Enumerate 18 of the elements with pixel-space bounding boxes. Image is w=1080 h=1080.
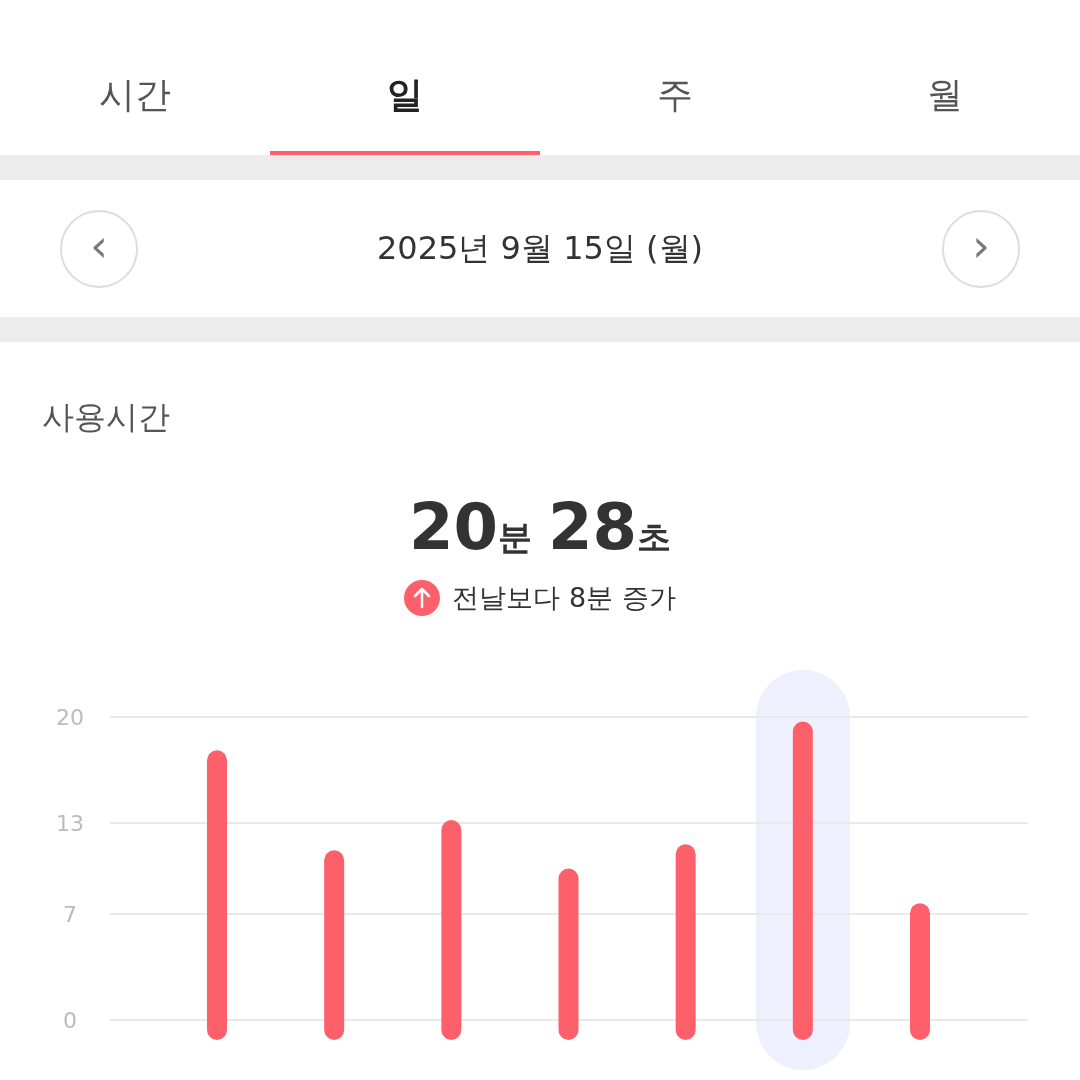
comparison-text: 전날보다 8분 증가 bbox=[452, 581, 676, 615]
usage-bar[interactable] bbox=[324, 850, 345, 1040]
usage-title: 사용시간 bbox=[41, 397, 171, 438]
y-axis-label: 13 bbox=[56, 811, 84, 837]
usage-bar[interactable] bbox=[558, 868, 579, 1040]
y-axis-label: 20 bbox=[56, 705, 84, 730]
y-axis-label: 7 bbox=[63, 901, 77, 927]
period-tab[interactable]: 월 bbox=[810, 0, 1080, 155]
usage-bar[interactable] bbox=[675, 844, 696, 1040]
y-axis-label: 0 bbox=[63, 1008, 77, 1033]
previous-day-button[interactable]: ‹ bbox=[60, 209, 138, 288]
period-tab[interactable]: 주 bbox=[540, 0, 810, 155]
next-day-button[interactable]: › bbox=[942, 209, 1020, 288]
total-usage-time: 20분 28초 bbox=[407, 490, 673, 564]
current-date: 2025년 9월 15일 (월) bbox=[377, 227, 703, 269]
usage-bar[interactable] bbox=[910, 903, 930, 1040]
period-tab[interactable]: 시간 bbox=[0, 0, 270, 155]
usage-bar[interactable] bbox=[441, 820, 462, 1040]
